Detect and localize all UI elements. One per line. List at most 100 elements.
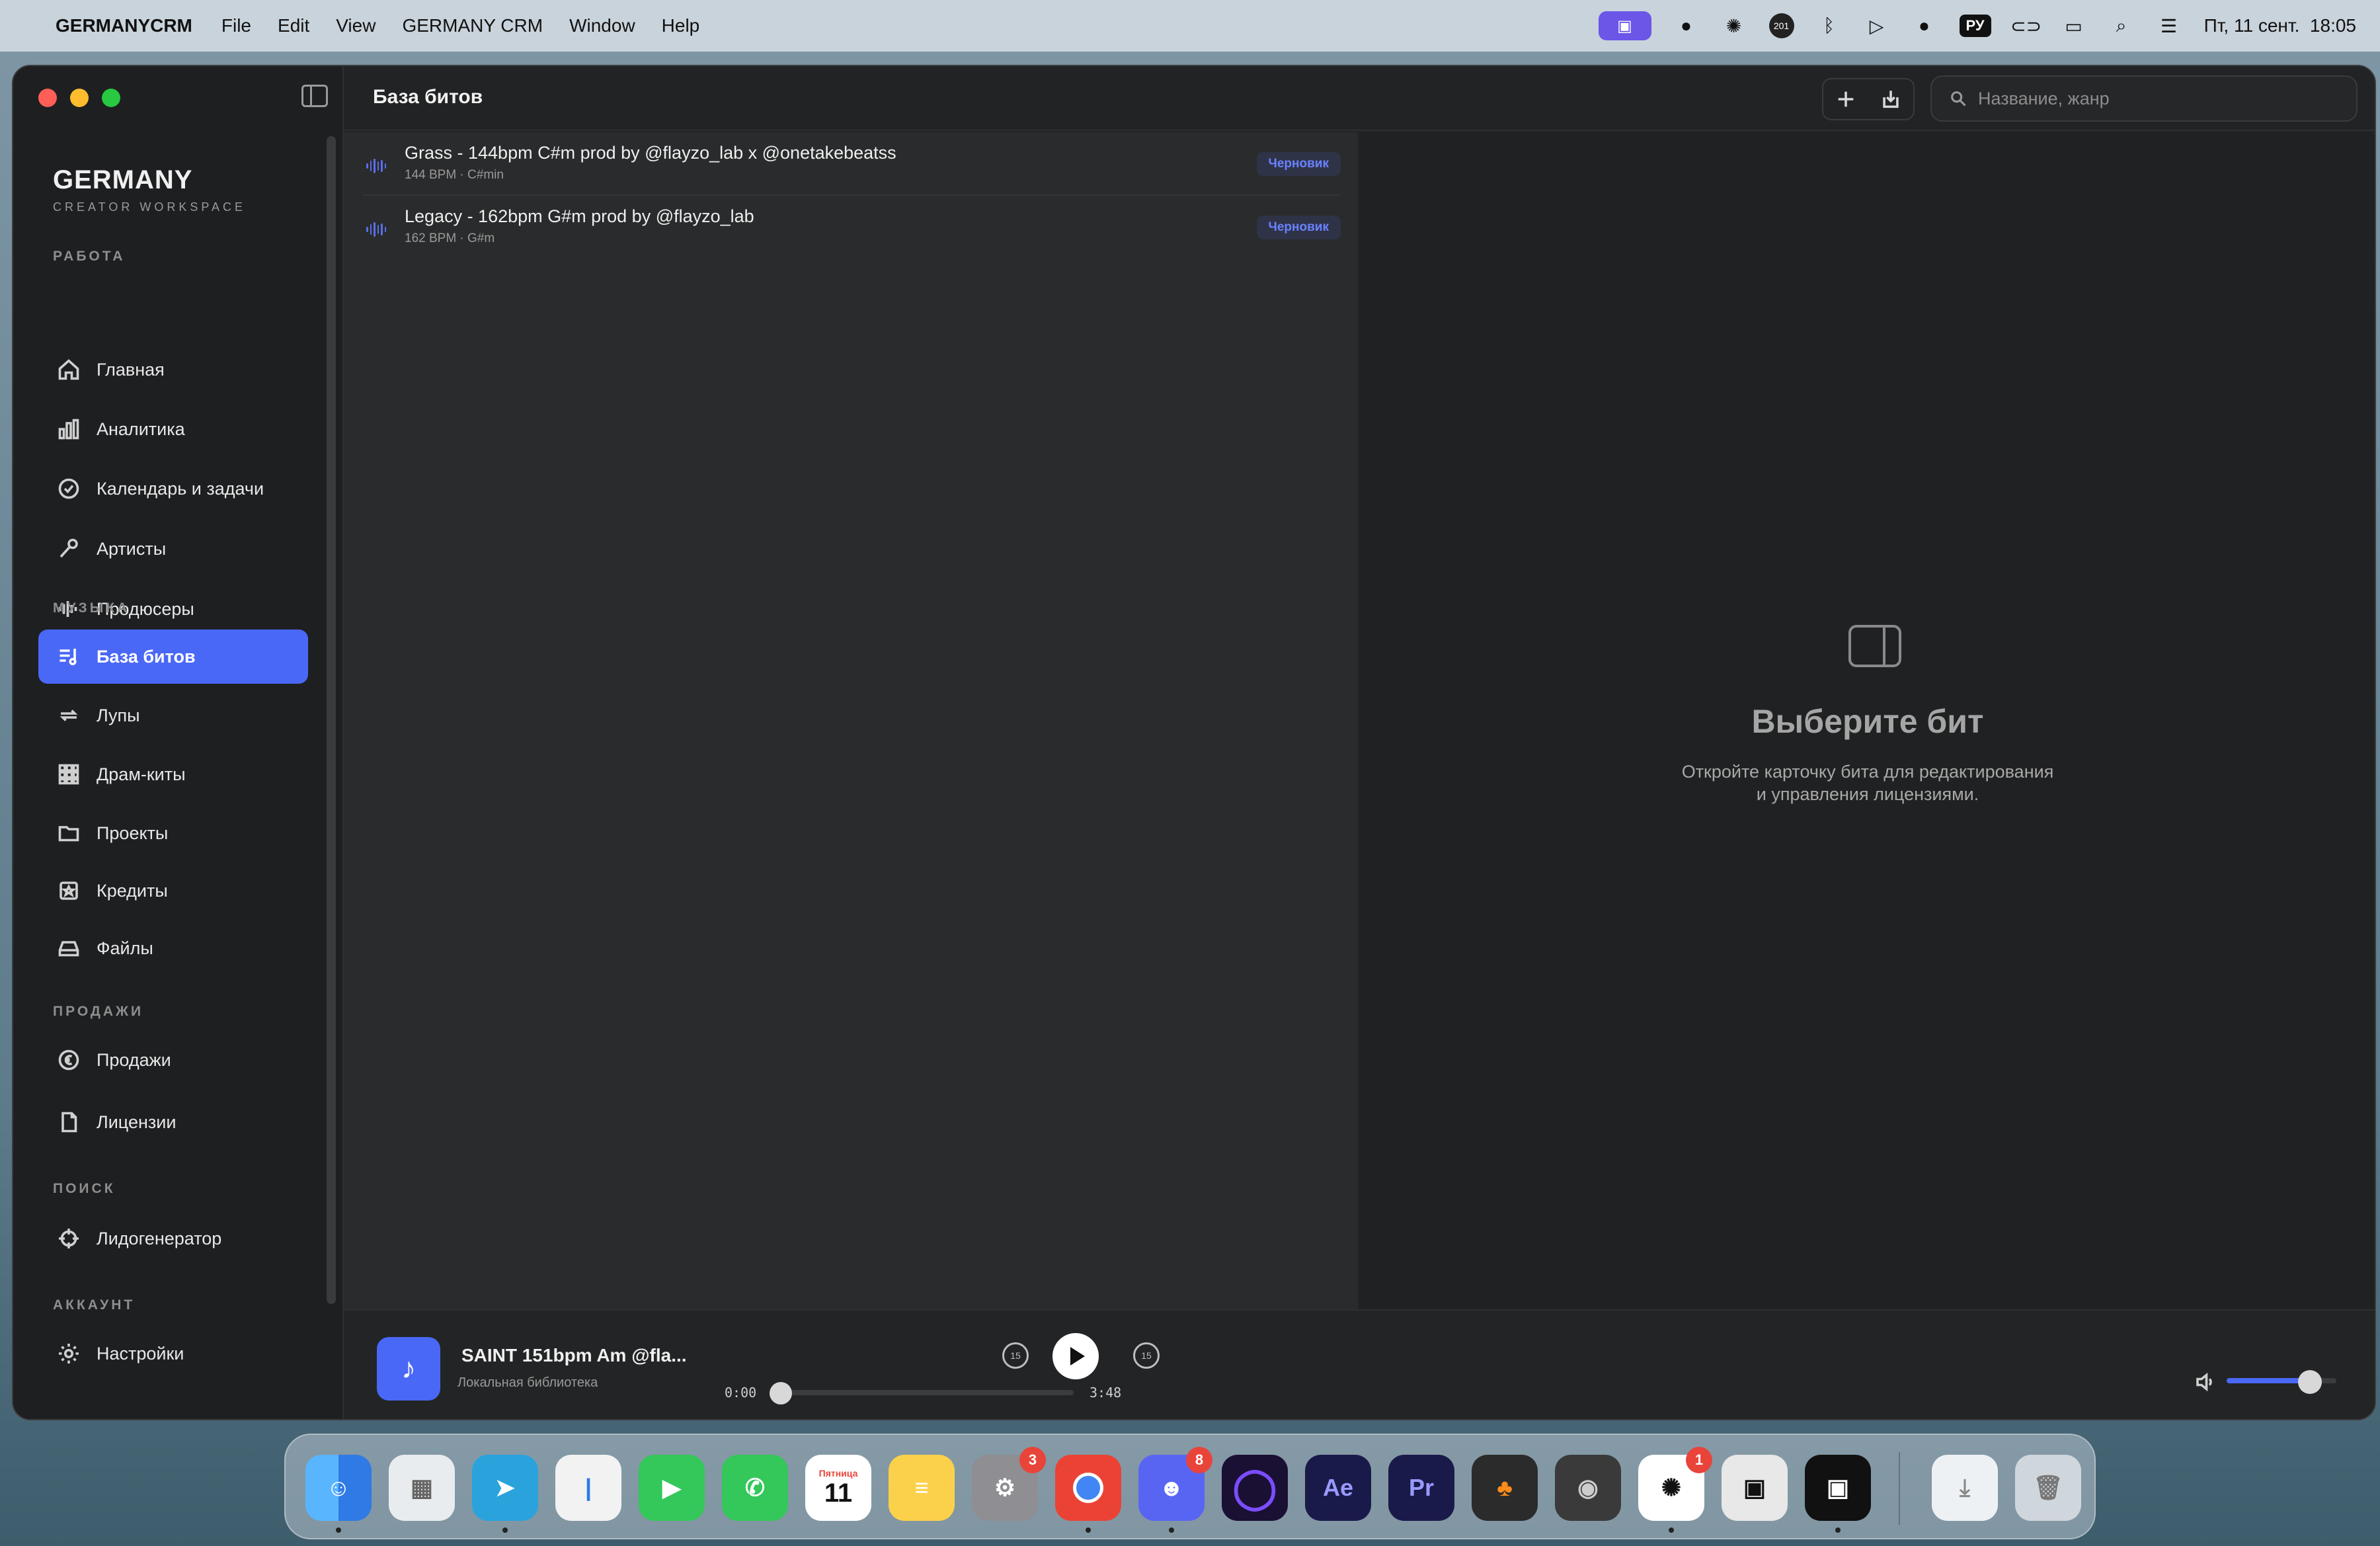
sidebar-scrollbar[interactable] bbox=[327, 136, 336, 1304]
music-list-icon bbox=[56, 643, 82, 670]
sidebar-item-credits[interactable]: Кредиты bbox=[38, 864, 308, 918]
telegram-icon[interactable]: ➤ bbox=[472, 1455, 538, 1521]
sidebar-toggle-icon[interactable] bbox=[301, 85, 328, 107]
empty-state-line-2: и управления лицензиями. bbox=[1756, 784, 1979, 804]
finder-icon[interactable]: ☺ bbox=[305, 1455, 372, 1521]
sidebar-item-files[interactable]: Файлы bbox=[38, 921, 308, 975]
toolbar: База битов bbox=[344, 66, 2375, 131]
list-item[interactable]: Legacy - 162bpm G#m prod by @flayzo_lab … bbox=[362, 196, 1341, 259]
sidebar-item-analytics[interactable]: Аналитика bbox=[38, 402, 308, 456]
sidebar-item-drumkits[interactable]: Драм-киты bbox=[38, 747, 308, 801]
section-music: МУЗЫКА bbox=[53, 600, 130, 616]
zoom-window-button[interactable] bbox=[102, 89, 120, 107]
list-item[interactable]: Grass - 144bpm C#m prod by @flayzo_lab x… bbox=[362, 132, 1341, 196]
menu-file[interactable]: File bbox=[221, 15, 251, 36]
bar-chart-icon bbox=[56, 416, 82, 442]
launchpad-icon[interactable]: ▦ bbox=[389, 1455, 455, 1521]
play-status-icon[interactable]: ▷ bbox=[1864, 13, 1889, 38]
time-total: 3:48 bbox=[1090, 1385, 1122, 1401]
search-field[interactable] bbox=[1930, 75, 2358, 122]
import-icon bbox=[1883, 91, 1899, 108]
calendar-icon[interactable]: Пятница 11 bbox=[805, 1455, 871, 1521]
skip-forward-button[interactable]: 15 bbox=[1133, 1342, 1160, 1369]
skip-back-button[interactable]: 15 bbox=[1002, 1342, 1029, 1369]
volume-icon[interactable] bbox=[2194, 1370, 2217, 1394]
check-circle-icon bbox=[56, 475, 82, 502]
minimize-window-button[interactable] bbox=[70, 89, 89, 107]
sidebar-item-licenses[interactable]: Лицензии bbox=[38, 1095, 308, 1149]
chrome-icon[interactable] bbox=[1055, 1455, 1121, 1521]
menu-window[interactable]: Window bbox=[569, 15, 635, 36]
track-title: SAINT 151bpm Am @fla... bbox=[461, 1345, 687, 1365]
bluetooth-icon[interactable]: ᛒ bbox=[1817, 13, 1842, 38]
sidebar-item-home[interactable]: Главная bbox=[38, 343, 308, 397]
sidebar-item-label: Кредиты bbox=[97, 880, 168, 901]
sidebar-item-settings[interactable]: Настройки bbox=[38, 1326, 308, 1381]
compressor-icon[interactable]: ◉ bbox=[1555, 1455, 1621, 1521]
stats-icon[interactable]: 201 bbox=[1768, 13, 1794, 38]
phone-icon[interactable]: ✆ bbox=[722, 1455, 788, 1521]
germanycrm-icon[interactable]: ▣ bbox=[1722, 1455, 1788, 1521]
notes-icon[interactable]: ≡ bbox=[889, 1455, 955, 1521]
document-icon bbox=[56, 1109, 82, 1135]
seek-knob[interactable] bbox=[770, 1382, 792, 1404]
close-window-button[interactable] bbox=[38, 89, 57, 107]
input-language[interactable]: РУ bbox=[1959, 15, 1991, 37]
sidebar-item-leadgen[interactable]: Лидогенератор bbox=[38, 1211, 308, 1266]
battery-icon[interactable]: ▭ bbox=[2061, 13, 2086, 38]
home-icon bbox=[56, 356, 82, 383]
sidebar-item-artists[interactable]: Артисты bbox=[38, 522, 308, 576]
settings-badge: 3 bbox=[1019, 1447, 1046, 1473]
trash-icon[interactable]: 🗑 bbox=[2015, 1455, 2081, 1521]
play-button[interactable] bbox=[1052, 1333, 1099, 1379]
discord-icon[interactable]: ☻ 8 bbox=[1138, 1447, 1212, 1521]
sidebar-item-calendar[interactable]: Календарь и задачи bbox=[38, 462, 308, 516]
text-editor-icon[interactable]: | bbox=[555, 1455, 621, 1521]
facetime-icon[interactable]: ▶ bbox=[639, 1455, 705, 1521]
link-icon[interactable]: ⊂⊃ bbox=[2010, 13, 2042, 38]
menu-view[interactable]: View bbox=[336, 15, 376, 36]
chatgpt-icon[interactable]: ✺ 1 bbox=[1638, 1447, 1712, 1521]
menu-app-name[interactable]: GERMANYCRM bbox=[56, 15, 192, 36]
volume-slider[interactable] bbox=[2227, 1370, 2336, 1394]
menu-help[interactable]: Help bbox=[662, 15, 700, 36]
sidebar-item-label: База битов bbox=[97, 646, 196, 667]
sidebar-item-sales[interactable]: Продажи bbox=[38, 1033, 308, 1087]
chatgpt-status-icon[interactable]: ✺ bbox=[1722, 13, 1747, 38]
calendar-day: 11 bbox=[824, 1478, 853, 1508]
screen-mirroring-icon[interactable]: ▣ bbox=[1598, 11, 1651, 40]
sidebar-item-label: Календарь и задачи bbox=[97, 478, 264, 499]
control-center-icon[interactable]: ☰ bbox=[2157, 13, 2182, 38]
beat-meta: 162 BPM · G#m bbox=[405, 231, 495, 245]
premiere-pro-icon[interactable]: Pr bbox=[1388, 1455, 1454, 1521]
germanycrm-alt-icon[interactable]: ▣ bbox=[1805, 1455, 1871, 1521]
fl-studio-icon[interactable]: ♣ bbox=[1472, 1455, 1538, 1521]
page-title: База битов bbox=[373, 86, 483, 108]
gear-icon bbox=[56, 1340, 82, 1367]
sidebar-item-projects[interactable]: Проекты bbox=[38, 806, 308, 860]
downloads-icon[interactable]: ⤓ bbox=[1932, 1455, 1998, 1521]
record-icon[interactable]: ● bbox=[1674, 13, 1699, 38]
after-effects-icon[interactable]: Ae bbox=[1305, 1455, 1371, 1521]
add-beat-button[interactable] bbox=[1823, 79, 1868, 119]
orbit-app-icon[interactable]: ◯ bbox=[1222, 1455, 1288, 1521]
system-settings-icon[interactable]: ⚙ 3 bbox=[972, 1447, 1046, 1521]
search-input[interactable] bbox=[1978, 88, 2348, 109]
running-indicator bbox=[502, 1527, 508, 1533]
beats-list: Grass - 144bpm C#m prod by @flayzo_lab x… bbox=[344, 132, 1359, 1375]
menu-clock[interactable]: Пт, 11 сент. 18:05 bbox=[2204, 15, 2356, 36]
menu-germany-crm[interactable]: GERMANY CRM bbox=[402, 15, 543, 36]
menu-edit[interactable]: Edit bbox=[278, 15, 309, 36]
waveform-icon bbox=[366, 159, 386, 173]
volume-knob[interactable] bbox=[2298, 1370, 2322, 1394]
toolbar-actions bbox=[1822, 78, 1915, 120]
spotlight-icon[interactable]: ⌕ bbox=[2109, 13, 2134, 38]
sidebar-item-loops[interactable]: Лупы bbox=[38, 688, 308, 743]
user-icon[interactable]: ● bbox=[1912, 13, 1937, 38]
plus-icon bbox=[1838, 91, 1854, 107]
seek-slider[interactable] bbox=[770, 1382, 1074, 1404]
import-button[interactable] bbox=[1868, 79, 1913, 119]
folder-icon bbox=[56, 820, 82, 846]
sidebar-item-beats[interactable]: База битов bbox=[38, 630, 308, 684]
running-indicator bbox=[336, 1527, 341, 1533]
